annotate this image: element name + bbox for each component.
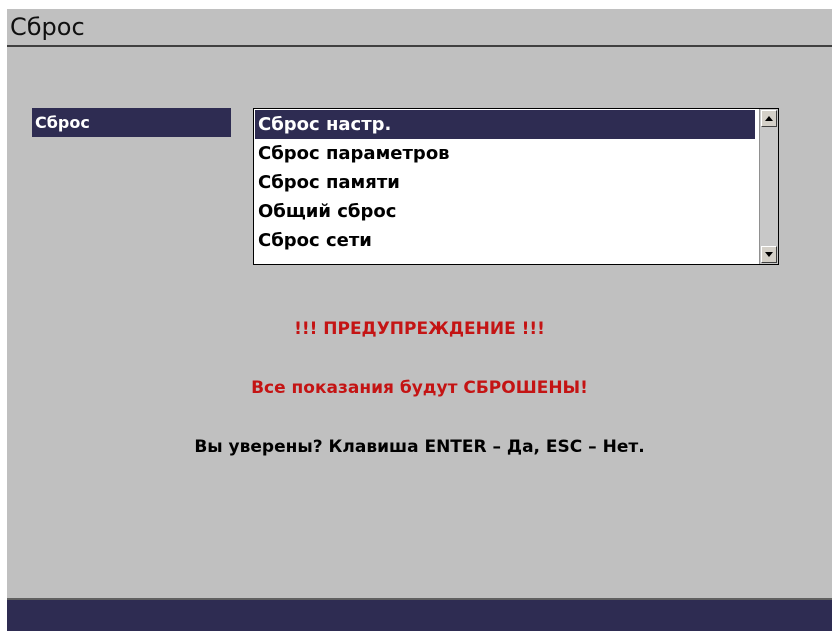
title-bar: Сброс: [7, 9, 832, 47]
confirm-prompt: Вы уверены? Клавиша ENTER – Да, ESC – Не…: [194, 437, 645, 457]
window-title: Сброс: [10, 13, 85, 41]
arrow-down-icon: [765, 252, 773, 257]
status-bar: [7, 598, 832, 631]
reset-field-label: Сброс: [32, 108, 231, 137]
warning-message: Все показания будут СБРОШЕНЫ!: [251, 378, 588, 398]
scroll-down-button[interactable]: [761, 246, 777, 263]
scroll-up-button[interactable]: [761, 110, 777, 127]
reset-screen: Сброс Сброс Сброс настр. Сброс параметро…: [7, 9, 832, 631]
reset-options-list[interactable]: Сброс настр. Сброс параметров Сброс памя…: [253, 108, 779, 265]
arrow-up-icon: [765, 116, 773, 121]
list-item-reset-network[interactable]: Сброс сети: [255, 226, 755, 255]
list-item-master-reset[interactable]: Общий сброс: [255, 197, 755, 226]
list-item-reset-parameters[interactable]: Сброс параметров: [255, 139, 755, 168]
warning-heading: !!! ПРЕДУПРЕЖДЕНИЕ !!!: [294, 319, 545, 339]
list-item-reset-memory[interactable]: Сброс памяти: [255, 168, 755, 197]
list-scrollbar[interactable]: [759, 109, 778, 264]
list-item-reset-settings[interactable]: Сброс настр.: [255, 110, 755, 139]
